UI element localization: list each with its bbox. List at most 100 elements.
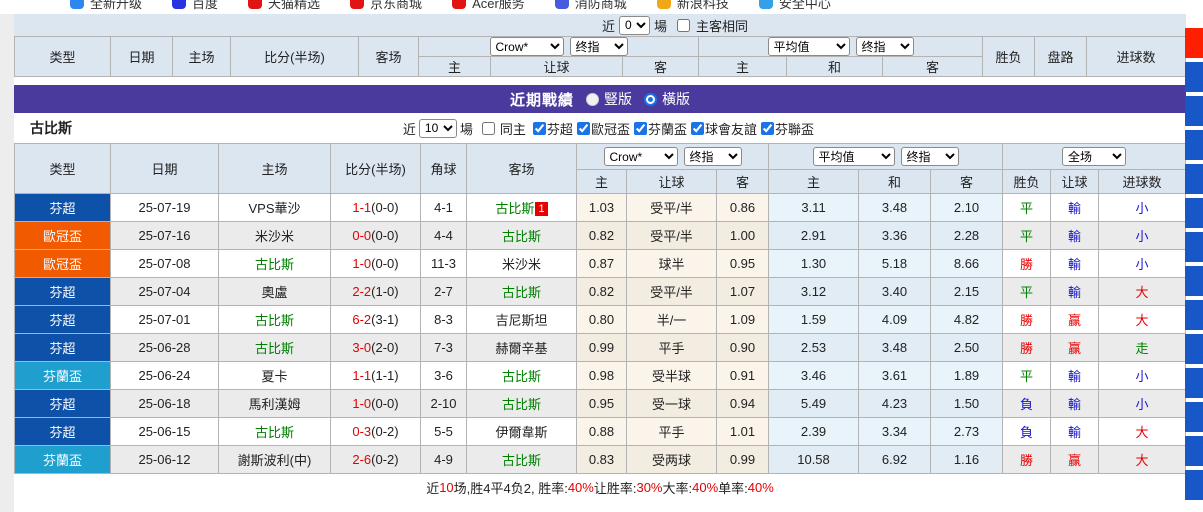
side-nav-block[interactable] (1185, 164, 1203, 194)
match-date: 25-07-04 (111, 278, 219, 306)
avg-away-odds: 1.89 (931, 362, 1003, 390)
handicap-line: 平手 (627, 418, 717, 446)
col-header-guest: 客 (623, 57, 699, 77)
match-date: 25-06-15 (111, 418, 219, 446)
match-date: 25-06-18 (111, 390, 219, 418)
same-home-checkbox[interactable] (482, 122, 495, 135)
company-select[interactable]: Crow* (490, 37, 564, 56)
table-row: 芬超 25-07-01 古比斯 6-2(3-1) 8-3 吉尼斯坦 0.80 半… (15, 306, 1186, 334)
league-filter-芬蘭盃[interactable]: 芬蘭盃 (630, 119, 687, 138)
match-date: 25-06-24 (111, 362, 219, 390)
vertical-layout-radio[interactable]: 豎版 (586, 89, 632, 109)
average-time-select[interactable]: 终指 (856, 37, 914, 56)
handicap-line: 受平/半 (627, 194, 717, 222)
away-team: 吉尼斯坦 (467, 306, 577, 334)
vertical-layout-label: 豎版 (604, 89, 632, 109)
bookmark-item[interactable]: 消防商城 (555, 0, 627, 12)
away-team: 古比斯 (467, 390, 577, 418)
corner-score: 2-10 (421, 390, 467, 418)
league-badge: 芬超 (15, 418, 111, 446)
avg-home-odds: 10.58 (769, 446, 859, 474)
side-nav-block[interactable] (1185, 130, 1203, 160)
handicap-home-odds: 0.95 (577, 390, 627, 418)
side-nav-block[interactable] (1185, 62, 1203, 92)
league-checkbox[interactable] (577, 122, 590, 135)
avg-away-odds: 2.50 (931, 334, 1003, 362)
handicap-result: 輸 (1051, 418, 1099, 446)
match-result: 平 (1003, 222, 1051, 250)
side-nav-block[interactable] (1185, 300, 1203, 330)
score-cell: 2-6(0-2) (331, 446, 421, 474)
side-nav-block[interactable] (1185, 436, 1203, 466)
side-nav-block[interactable] (1185, 368, 1203, 398)
league-filter-芬聯盃[interactable]: 芬聯盃 (757, 119, 814, 138)
bookmark-item[interactable]: Acer服务 (452, 0, 525, 12)
average-select[interactable]: 平均值 (813, 147, 895, 166)
scope-select[interactable]: 全场 (1062, 147, 1126, 166)
same-home-away-checkbox[interactable] (677, 19, 690, 32)
side-nav-block[interactable] (1185, 402, 1203, 432)
match-date: 25-07-08 (111, 250, 219, 278)
score-cell: 2-2(1-0) (331, 278, 421, 306)
bookmark-item[interactable]: 天猫精选 (248, 0, 320, 12)
odds-time-select[interactable]: 终指 (570, 37, 628, 56)
league-checkbox[interactable] (761, 122, 774, 135)
bookmark-favicon (248, 0, 262, 9)
side-nav-block[interactable] (1185, 266, 1203, 296)
goals-result: 大 (1099, 418, 1186, 446)
avg-draw-odds: 6.92 (859, 446, 931, 474)
odds-time-select[interactable]: 终指 (684, 147, 742, 166)
bookmark-item[interactable]: 百度 (172, 0, 218, 12)
goals-result: 大 (1099, 278, 1186, 306)
side-nav-block[interactable] (1185, 96, 1203, 126)
table-row: 芬蘭盃 25-06-12 謝斯波利(中) 2-6(0-2) 4-9 古比斯 0.… (15, 446, 1186, 474)
handicap-result: 輸 (1051, 222, 1099, 250)
handicap-result: 輸 (1051, 194, 1099, 222)
side-nav-block[interactable] (1185, 470, 1203, 500)
handicap-result: 輸 (1051, 278, 1099, 306)
league-filter-球會友誼[interactable]: 球會友誼 (687, 119, 757, 138)
bookmark-item[interactable]: 京东商城 (350, 0, 422, 12)
bookmark-item[interactable]: 安全中心 (759, 0, 831, 12)
handicap-away-odds: 1.00 (717, 222, 769, 250)
league-filter-芬超[interactable]: 芬超 (529, 119, 573, 138)
match-date: 25-07-19 (111, 194, 219, 222)
horizontal-layout-radio[interactable]: 橫版 (644, 89, 690, 109)
match-date: 25-06-12 (111, 446, 219, 474)
col-header-date: 日期 (111, 37, 173, 77)
league-filter-歐冠盃[interactable]: 歐冠盃 (573, 119, 630, 138)
side-nav-block[interactable] (1185, 232, 1203, 262)
match-count-select[interactable]: 0 (619, 16, 650, 35)
home-team: 謝斯波利(中) (219, 446, 331, 474)
league-checkbox-group: 芬超歐冠盃芬蘭盃球會友誼芬聯盃 (529, 119, 814, 138)
table-row: 芬超 25-06-15 古比斯 0-3(0-2) 5-5 伊爾韋斯 0.88 平… (15, 418, 1186, 446)
team-match-count-select[interactable]: 10 (419, 119, 457, 138)
handicap-line: 半/一 (627, 306, 717, 334)
bookmark-label: 全新升级 (90, 0, 142, 12)
average-time-select[interactable]: 终指 (901, 147, 959, 166)
side-nav-block[interactable] (1185, 334, 1203, 364)
col-header-avg-away: 客 (883, 57, 983, 77)
league-checkbox[interactable] (691, 122, 704, 135)
col-header-date: 日期 (111, 144, 219, 194)
avg-home-odds: 2.53 (769, 334, 859, 362)
same-home-label: 同主 (500, 119, 526, 138)
avg-draw-odds: 4.09 (859, 306, 931, 334)
bookmark-item[interactable]: 新浪科技 (657, 0, 729, 12)
average-select[interactable]: 平均值 (768, 37, 850, 56)
bookmarks-bar-inner: 全新升级 百度 天猫精选 京东商城 Acer服务 消防商城 新浪科技 安全中心 (70, 0, 831, 13)
side-nav-block[interactable] (1185, 28, 1203, 58)
league-checkbox[interactable] (634, 122, 647, 135)
table-row: 芬超 25-07-04 奧盧 2-2(1-0) 2-7 古比斯 0.82 受平/… (15, 278, 1186, 306)
company-select[interactable]: Crow* (604, 147, 678, 166)
corner-score: 4-9 (421, 446, 467, 474)
handicap-line: 平手 (627, 334, 717, 362)
col-header-away: 客场 (359, 37, 419, 77)
bookmark-item[interactable]: 全新升级 (70, 0, 142, 12)
league-checkbox[interactable] (533, 122, 546, 135)
side-nav-block[interactable] (1185, 198, 1203, 228)
corner-score: 8-3 (421, 306, 467, 334)
bookmark-label: 京东商城 (370, 0, 422, 12)
col-header-type: 类型 (15, 37, 111, 77)
avg-draw-odds: 3.40 (859, 278, 931, 306)
